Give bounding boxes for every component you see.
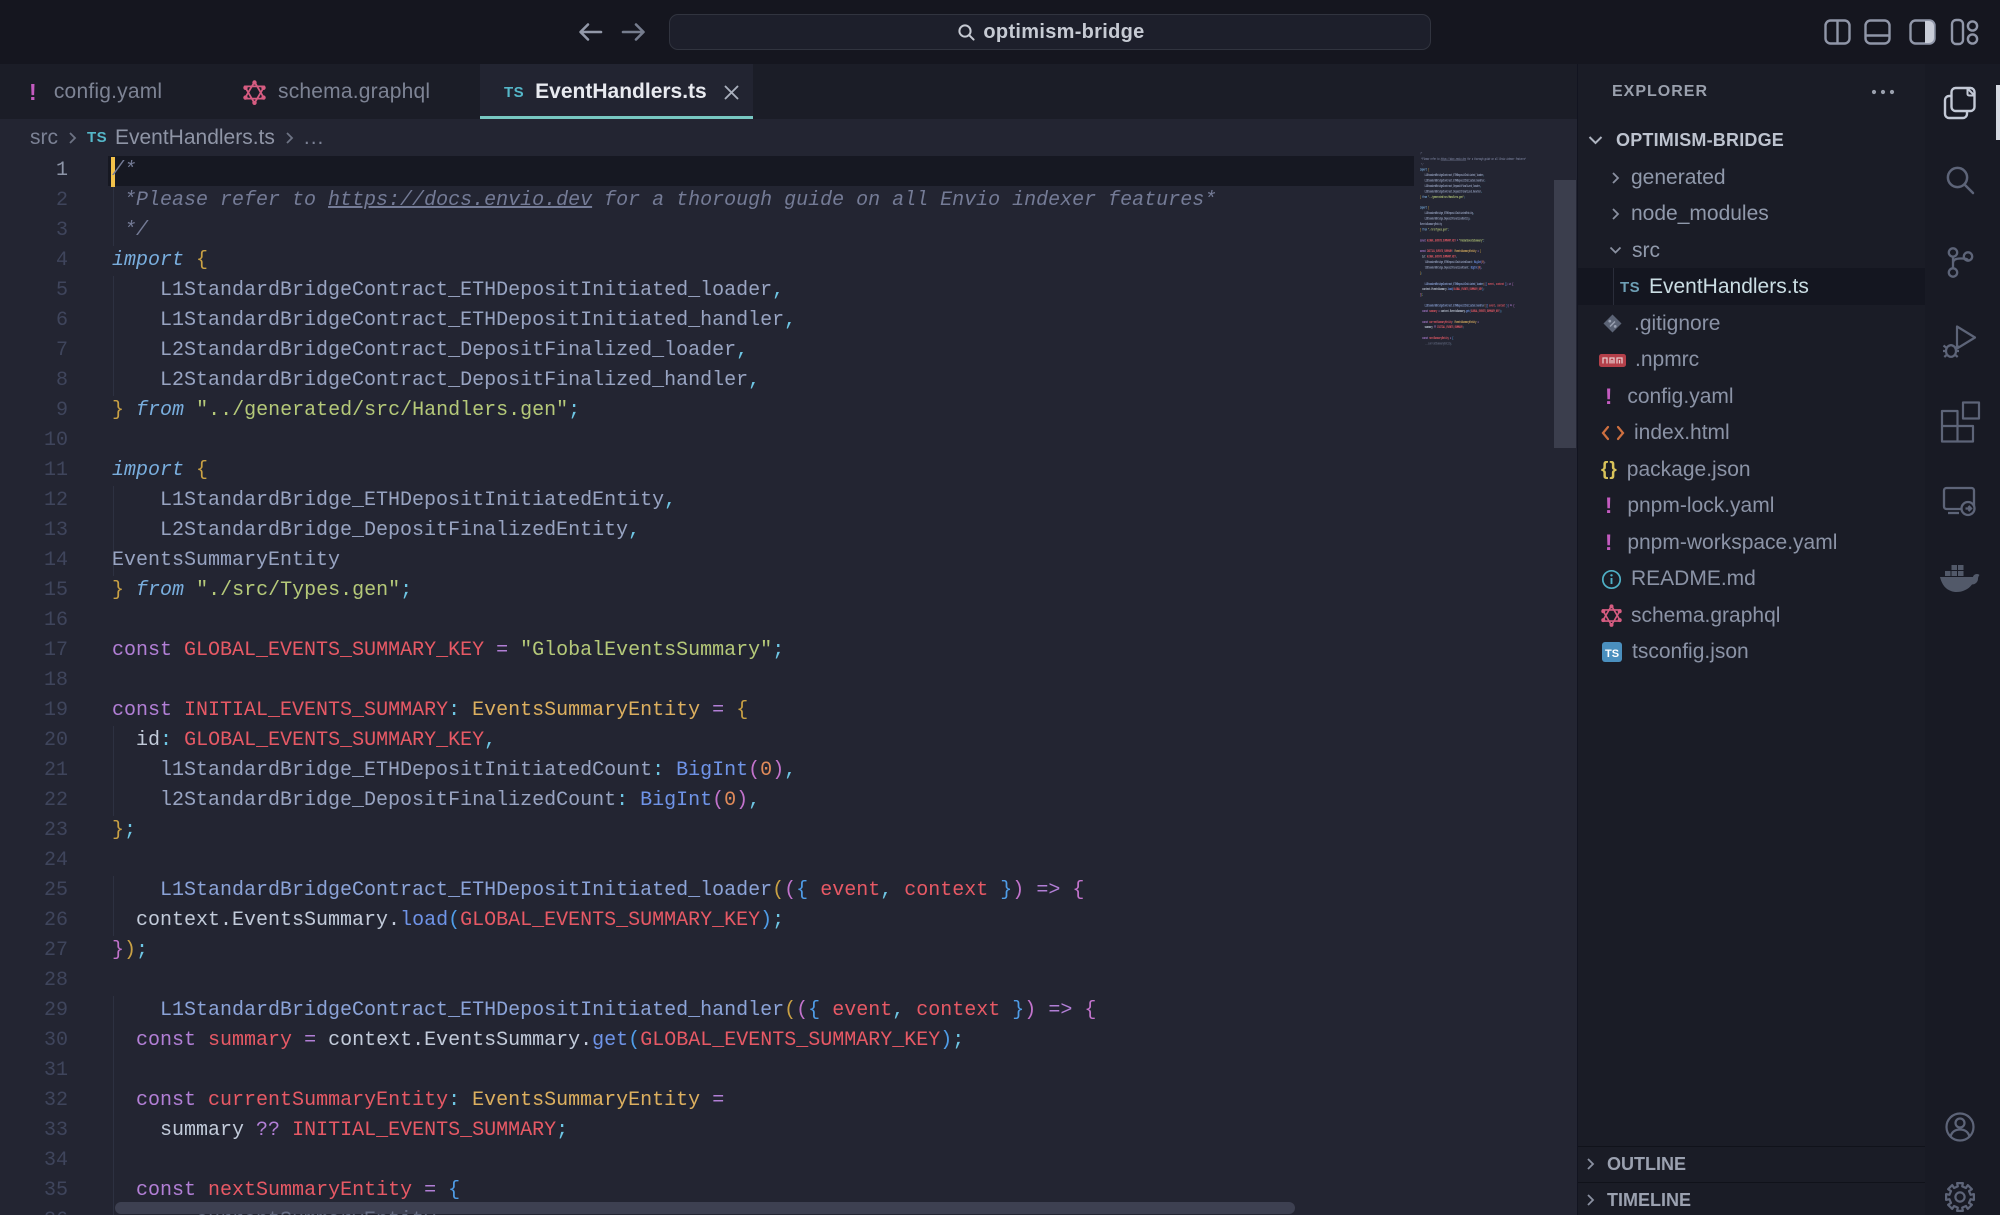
svg-text:TS: TS [1605, 648, 1619, 660]
